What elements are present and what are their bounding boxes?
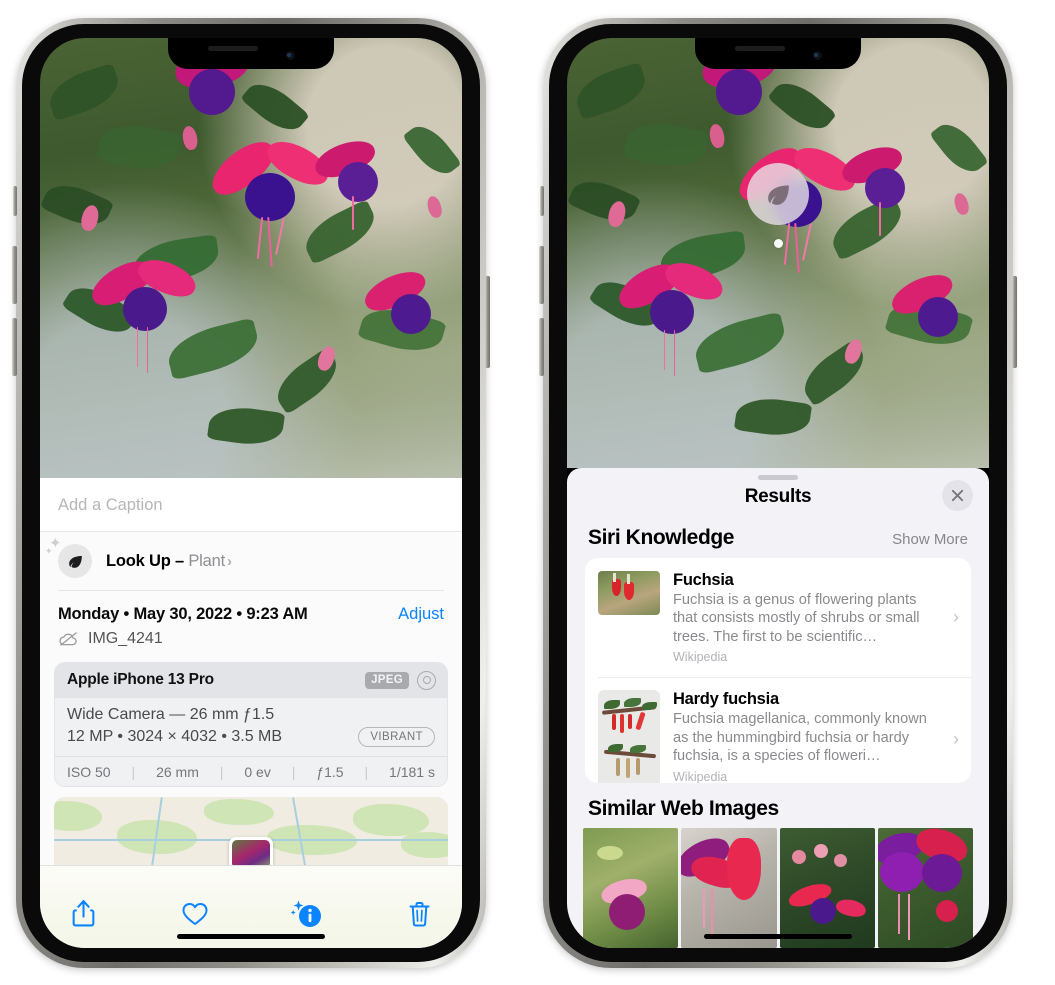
volume-up-button[interactable]	[539, 246, 544, 304]
pin-dot	[773, 239, 783, 248]
file-row: IMG_4241	[40, 626, 462, 660]
section-title: Similar Web Images	[588, 797, 779, 820]
earpiece-speaker	[207, 46, 258, 51]
heart-icon[interactable]	[178, 897, 212, 931]
photo-date: Monday • May 30, 2022 • 9:23 AM	[58, 604, 308, 623]
photo-viewer[interactable]	[40, 38, 462, 478]
knowledge-title: Hardy fuchsia	[673, 690, 779, 709]
web-image-tile[interactable]	[681, 828, 777, 948]
exif-header: Apple iPhone 13 Pro JPEG	[55, 662, 447, 698]
adjust-button[interactable]: Adjust	[398, 605, 444, 624]
exif-stat: 26 mm	[156, 763, 199, 780]
notch	[695, 38, 861, 69]
exif-stat: 1/181 s	[389, 763, 435, 780]
knowledge-title: Fuchsia	[673, 570, 734, 589]
web-image-tile[interactable]	[779, 828, 875, 948]
look-up-label: Look Up – Plant ›	[106, 552, 232, 571]
exif-body: Wide Camera — 26 mm ƒ1.5 12 MP • 3024 × …	[55, 697, 447, 756]
date-row: Monday • May 30, 2022 • 9:23 AM Adjust	[40, 591, 462, 626]
exif-card: Apple iPhone 13 Pro JPEG Wide Camera — 2…	[54, 661, 448, 787]
leaf-icon: ✦ ✦	[45, 536, 92, 578]
exif-stats: ISO 50 | 26 mm | 0 ev | ƒ1.5 | 1/181 s	[55, 755, 447, 786]
mute-switch[interactable]	[540, 186, 544, 216]
vibrant-badge: VIBRANT	[358, 726, 435, 747]
aperture-icon	[417, 670, 436, 690]
front-camera-icon	[285, 51, 295, 60]
knowledge-card-group: Fuchsia Fuchsia is a genus of flowering …	[585, 557, 971, 783]
volume-up-button[interactable]	[12, 246, 17, 304]
knowledge-body: Hardy fuchsia Fuchsia magellanica, commo…	[673, 690, 938, 783]
stat-separator: |	[364, 763, 369, 780]
similar-images-row	[567, 825, 989, 948]
screenshot-stage: Add a Caption ✦ ✦ Look Up – Plant › Mond…	[0, 0, 1055, 985]
right-screen: Results Siri Knowledge Show More Fuchsia…	[567, 38, 989, 948]
chevron-right-icon: ›	[953, 606, 959, 627]
stat-separator: |	[291, 763, 296, 780]
knowledge-thumbnail	[598, 570, 660, 615]
trash-icon[interactable]	[402, 897, 436, 931]
sparkle-small-icon: ✦	[45, 546, 53, 556]
leaf-icon[interactable]	[747, 163, 809, 225]
visual-lookup-pin[interactable]	[747, 163, 809, 248]
knowledge-description: Fuchsia is a genus of flowering plants t…	[673, 591, 920, 645]
power-button[interactable]	[485, 276, 490, 368]
look-up-row[interactable]: ✦ ✦ Look Up – Plant ›	[40, 532, 462, 590]
stat-separator: |	[219, 763, 224, 780]
photo-info-panel: Add a Caption ✦ ✦ Look Up – Plant › Mond…	[40, 478, 462, 948]
siri-knowledge-header: Siri Knowledge Show More	[567, 518, 989, 558]
location-map[interactable]	[54, 796, 448, 866]
caption-row[interactable]: Add a Caption	[40, 478, 462, 532]
volume-down-button[interactable]	[12, 318, 17, 376]
front-camera-icon	[812, 51, 822, 60]
camera-device: Apple iPhone 13 Pro	[67, 671, 214, 689]
left-screen: Add a Caption ✦ ✦ Look Up – Plant › Mond…	[40, 38, 462, 948]
volume-down-button[interactable]	[539, 318, 544, 376]
home-indicator[interactable]	[704, 934, 852, 939]
exif-stat: 0 ev	[244, 763, 271, 780]
caption-input[interactable]: Add a Caption	[58, 496, 444, 515]
exif-stat: ISO 50	[67, 763, 111, 780]
right-phone: Results Siri Knowledge Show More Fuchsia…	[539, 18, 1017, 968]
chevron-right-icon: ›	[226, 552, 232, 570]
stat-separator: |	[131, 763, 136, 780]
map-photo-pin[interactable]	[229, 837, 273, 866]
photo-filename: IMG_4241	[88, 629, 163, 647]
web-image-tile[interactable]	[583, 828, 679, 948]
section-title: Siri Knowledge	[588, 525, 735, 549]
home-indicator[interactable]	[177, 934, 325, 939]
power-button[interactable]	[1012, 276, 1017, 368]
exif-stat: ƒ1.5	[316, 763, 344, 780]
show-more-button[interactable]: Show More	[892, 531, 968, 548]
size-info: 12 MP • 3024 × 4032 • 3.5 MB	[67, 727, 283, 745]
knowledge-body: Fuchsia Fuchsia is a genus of flowering …	[673, 571, 938, 665]
web-image-tile[interactable]	[877, 828, 973, 948]
earpiece-speaker	[734, 46, 785, 51]
left-phone: Add a Caption ✦ ✦ Look Up – Plant › Mond…	[12, 18, 490, 968]
mute-switch[interactable]	[13, 186, 17, 216]
share-icon[interactable]	[66, 897, 100, 931]
exif-badges: JPEG	[365, 670, 436, 690]
knowledge-card[interactable]: Fuchsia Fuchsia is a genus of flowering …	[585, 558, 971, 678]
notch	[168, 38, 334, 69]
knowledge-source: Wikipedia	[673, 650, 728, 665]
sheet-title: Results	[744, 485, 812, 507]
chevron-right-icon: ›	[953, 728, 959, 749]
results-sheet: Results Siri Knowledge Show More Fuchsia…	[567, 468, 989, 948]
knowledge-source: Wikipedia	[673, 769, 728, 783]
knowledge-description: Fuchsia magellanica, commonly known as t…	[673, 711, 927, 765]
knowledge-thumbnail	[598, 690, 660, 783]
look-up-title: Look Up –	[106, 551, 189, 570]
format-badge: JPEG	[365, 671, 409, 689]
cloud-slash-icon	[59, 632, 77, 646]
sheet-header: Results	[567, 479, 989, 518]
knowledge-card[interactable]: Hardy fuchsia Fuchsia magellanica, commo…	[585, 677, 971, 783]
close-icon[interactable]	[942, 479, 973, 511]
lens-info: Wide Camera — 26 mm ƒ1.5	[67, 705, 275, 723]
info-sparkle-icon[interactable]	[290, 897, 324, 931]
look-up-subject: Plant	[188, 551, 225, 570]
similar-web-images-header: Similar Web Images	[567, 783, 989, 825]
photo-viewer[interactable]	[567, 38, 989, 468]
